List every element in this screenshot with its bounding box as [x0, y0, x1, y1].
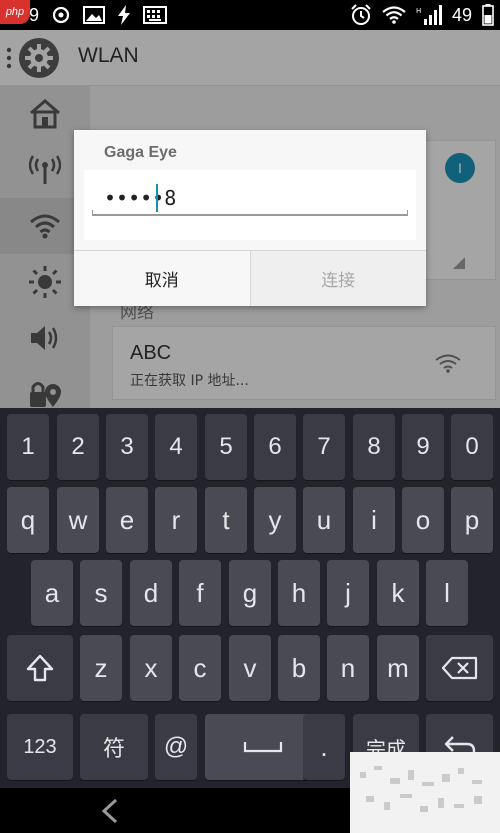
key-e[interactable]: e — [106, 487, 148, 553]
key-q[interactable]: q — [7, 487, 49, 553]
key-y[interactable]: y — [254, 487, 296, 553]
symbols-key[interactable]: 123 — [7, 714, 73, 780]
key-v[interactable]: v — [229, 635, 271, 701]
signal-icon: H — [416, 5, 442, 25]
key-6[interactable]: 6 — [254, 414, 296, 480]
key-g[interactable]: g — [229, 560, 271, 626]
key-k[interactable]: k — [377, 560, 419, 626]
sync-icon — [51, 5, 71, 25]
key-f[interactable]: f — [179, 560, 221, 626]
key-w[interactable]: w — [57, 487, 99, 553]
text-caret — [156, 184, 158, 212]
key-7[interactable]: 7 — [303, 414, 345, 480]
key-m[interactable]: m — [377, 635, 419, 701]
key-4[interactable]: 4 — [155, 414, 197, 480]
key-8[interactable]: 8 — [353, 414, 395, 480]
key-j[interactable]: j — [327, 560, 369, 626]
shift-key[interactable] — [7, 635, 73, 701]
back-icon[interactable] — [100, 798, 120, 824]
key-5[interactable]: 5 — [205, 414, 247, 480]
soft-keyboard: 1 2 3 4 5 6 7 8 9 0 q w e r t y u i o p … — [0, 408, 500, 788]
key-u[interactable]: u — [303, 487, 345, 553]
connect-button[interactable]: 连接 — [250, 251, 426, 306]
key-x[interactable]: x — [130, 635, 172, 701]
key-o[interactable]: o — [402, 487, 444, 553]
key-c[interactable]: c — [179, 635, 221, 701]
key-i[interactable]: i — [353, 487, 395, 553]
key-n[interactable]: n — [327, 635, 369, 701]
symbol-char-key[interactable]: 符 — [80, 714, 148, 780]
key-b[interactable]: b — [278, 635, 320, 701]
wifi-status-icon — [382, 5, 406, 25]
svg-text:H: H — [416, 7, 421, 15]
key-s[interactable]: s — [80, 560, 122, 626]
space-icon — [243, 742, 283, 753]
keyboard-icon — [143, 5, 168, 25]
key-a[interactable]: a — [31, 560, 73, 626]
key-3[interactable]: 3 — [106, 414, 148, 480]
key-p[interactable]: p — [451, 487, 493, 553]
php-badge: php — [0, 0, 30, 24]
battery-level: 49 — [451, 4, 472, 25]
key-t[interactable]: t — [205, 487, 247, 553]
status-right: H 49 — [350, 0, 494, 30]
key-9[interactable]: 9 — [402, 414, 444, 480]
alarm-icon — [350, 4, 372, 25]
key-1[interactable]: 1 — [7, 414, 49, 480]
key-0[interactable]: 0 — [451, 414, 493, 480]
battery-icon — [482, 4, 494, 26]
password-input-area[interactable]: •••••8 — [84, 170, 416, 240]
image-icon — [83, 5, 106, 25]
flash-icon — [117, 5, 131, 25]
key-z[interactable]: z — [80, 635, 122, 701]
key-h[interactable]: h — [278, 560, 320, 626]
at-key[interactable]: @ — [155, 714, 197, 780]
status-bar: 0:49 H 49 — [0, 0, 500, 30]
key-r[interactable]: r — [155, 487, 197, 553]
cancel-button[interactable]: 取消 — [74, 251, 251, 306]
password-input[interactable]: •••••8 — [104, 186, 176, 210]
watermark-patch — [350, 752, 500, 833]
period-key[interactable]: . — [303, 714, 345, 780]
key-2[interactable]: 2 — [57, 414, 99, 480]
key-l[interactable]: l — [426, 560, 468, 626]
shift-icon — [26, 654, 54, 682]
dialog-title: Gaga Eye — [104, 144, 177, 161]
watermark-pattern — [360, 766, 482, 812]
dialog-button-bar: 取消 连接 — [74, 250, 426, 306]
backspace-icon — [441, 656, 477, 680]
key-d[interactable]: d — [130, 560, 172, 626]
input-underline — [92, 210, 408, 216]
wifi-password-dialog: Gaga Eye •••••8 取消 连接 — [74, 130, 426, 306]
backspace-key[interactable] — [426, 635, 493, 701]
